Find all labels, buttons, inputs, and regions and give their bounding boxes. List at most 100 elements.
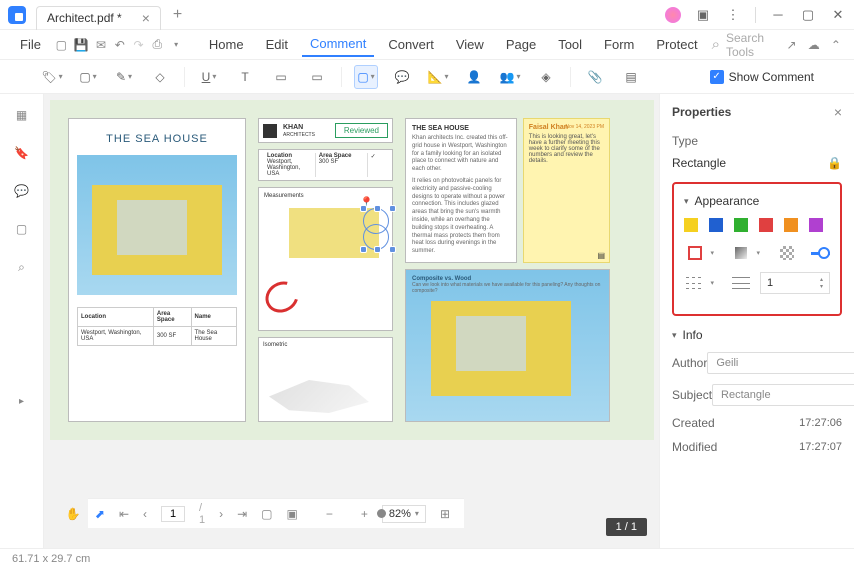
attachments-icon[interactable]: ▢ xyxy=(13,220,31,238)
line-style-dashed[interactable] xyxy=(684,274,706,292)
composite-render: Composite vs. Wood Can we look into what… xyxy=(405,269,610,422)
print-icon[interactable]: ⎙ xyxy=(151,37,164,53)
note-tool[interactable]: 🏷 xyxy=(40,65,64,89)
callout-tool[interactable]: ▭ xyxy=(305,65,329,89)
share-icon[interactable]: ↗ xyxy=(785,37,797,53)
pencil-tool[interactable]: ✎ xyxy=(112,65,136,89)
zoom-value[interactable]: 82% xyxy=(382,505,426,523)
open-icon[interactable]: ▢ xyxy=(55,37,68,53)
text-tool[interactable]: T xyxy=(233,65,257,89)
expand-icon[interactable]: ⌃ xyxy=(830,37,842,53)
khan-logo-icon xyxy=(263,124,277,138)
app-icon xyxy=(8,6,26,24)
stamp-tool[interactable]: 👤 xyxy=(462,65,486,89)
menu-form[interactable]: Form xyxy=(596,33,642,56)
add-tab-button[interactable]: + xyxy=(173,6,182,24)
panel-sea-house: THE SEA HOUSE LocationArea SpaceName Wes… xyxy=(68,118,246,422)
fit-page-icon[interactable]: ▣ xyxy=(287,507,298,521)
signature-tool[interactable]: 👥 xyxy=(498,65,522,89)
page-number-input[interactable] xyxy=(161,506,185,522)
line-style-solid[interactable] xyxy=(730,274,752,292)
checkbox-icon: ✓ xyxy=(710,70,724,84)
menu-comment[interactable]: Comment xyxy=(302,32,374,57)
menu-convert[interactable]: Convert xyxy=(380,33,442,56)
render-main xyxy=(77,155,237,295)
cloud-icon[interactable]: ☁ xyxy=(808,37,820,53)
close-tab-icon[interactable]: × xyxy=(142,10,150,26)
opacity-slider[interactable] xyxy=(811,252,830,255)
undo-icon[interactable]: ↶ xyxy=(113,37,126,53)
textbox-tool[interactable]: ▭ xyxy=(269,65,293,89)
search-tools-input[interactable]: Search Tools xyxy=(712,31,776,59)
underline-tool[interactable]: U xyxy=(197,65,221,89)
mail-icon[interactable]: ✉ xyxy=(95,37,108,53)
link-tool[interactable]: ◈ xyxy=(534,65,558,89)
color-blue[interactable] xyxy=(709,218,723,232)
close-properties-icon[interactable]: × xyxy=(834,104,842,120)
type-value: Rectangle xyxy=(672,156,726,170)
prev-page-icon[interactable]: ‹ xyxy=(143,507,147,521)
print-dropdown-icon[interactable]: ▾ xyxy=(170,37,183,53)
file-menu[interactable]: File xyxy=(12,33,49,56)
maximize-button[interactable]: ▢ xyxy=(800,7,816,23)
hand-tool-icon[interactable]: ✋ xyxy=(66,507,81,521)
rectangle-tool[interactable]: ▢ xyxy=(354,65,378,89)
bookmarks-icon[interactable]: 🔖 xyxy=(13,144,31,162)
subject-input[interactable] xyxy=(712,384,854,406)
measure-tool[interactable]: 📐 xyxy=(426,65,450,89)
fullscreen-icon[interactable]: ⊞ xyxy=(440,507,450,521)
comments-icon[interactable]: 💬 xyxy=(13,182,31,200)
sticky-note[interactable]: Faisal Khan Nov 14, 2023 PM This is look… xyxy=(523,118,610,263)
stroke-color-picker[interactable] xyxy=(684,244,706,262)
attachment-tool[interactable]: 📎 xyxy=(583,65,607,89)
expand-rail-icon[interactable]: ▸ xyxy=(19,396,24,407)
line-width-input[interactable]: 1 ▴▾ xyxy=(760,272,830,294)
fit-width-icon[interactable]: ▢ xyxy=(261,507,272,521)
properties-title: Properties xyxy=(672,105,731,119)
more-icon[interactable]: ⋮ xyxy=(725,7,741,23)
minimize-button[interactable]: ─ xyxy=(770,7,786,22)
lock-icon[interactable]: 🔒 xyxy=(827,156,842,170)
highlight-tool[interactable]: ▢ xyxy=(76,65,100,89)
fill-color-picker[interactable] xyxy=(730,244,752,262)
last-page-icon[interactable]: ⇥ xyxy=(237,507,247,521)
menu-protect[interactable]: Protect xyxy=(648,33,705,56)
info-header[interactable]: Info xyxy=(672,328,842,342)
select-tool-icon[interactable]: ⬈ xyxy=(95,507,105,521)
notifications-icon[interactable]: ▣ xyxy=(695,7,711,23)
user-avatar-icon[interactable] xyxy=(665,7,681,23)
pattern-picker[interactable] xyxy=(776,244,798,262)
color-yellow[interactable] xyxy=(684,218,698,232)
red-circle-annotation[interactable] xyxy=(260,276,304,319)
color-orange[interactable] xyxy=(784,218,798,232)
menu-page[interactable]: Page xyxy=(498,33,544,56)
appearance-header[interactable]: Appearance xyxy=(684,194,830,208)
eraser-tool[interactable]: ◇ xyxy=(148,65,172,89)
khan-header: KHANARCHITECTS Reviewed xyxy=(258,118,393,143)
first-page-icon[interactable]: ⇤ xyxy=(119,507,129,521)
menu-edit[interactable]: Edit xyxy=(258,33,296,56)
close-window-button[interactable]: ✕ xyxy=(830,7,846,23)
list-tool[interactable]: ▤ xyxy=(619,65,643,89)
zoom-out-icon[interactable]: − xyxy=(326,507,333,521)
modified-value: 17:27:07 xyxy=(799,441,842,453)
search-icon[interactable]: ⌕ xyxy=(13,258,31,276)
document-tab[interactable]: Architect.pdf * × xyxy=(36,6,161,30)
zoom-in-icon[interactable]: + xyxy=(361,507,368,521)
save-icon[interactable]: 💾 xyxy=(74,37,89,53)
thumbnails-icon[interactable]: ▦ xyxy=(13,106,31,124)
speech-tool[interactable]: 💬 xyxy=(390,65,414,89)
menu-tool[interactable]: Tool xyxy=(550,33,590,56)
redo-icon[interactable]: ↷ xyxy=(132,37,145,53)
color-green[interactable] xyxy=(734,218,748,232)
next-page-icon[interactable]: › xyxy=(219,507,223,521)
color-purple[interactable] xyxy=(809,218,823,232)
created-label: Created xyxy=(672,416,724,430)
menu-home[interactable]: Home xyxy=(201,33,252,56)
selected-shape[interactable] xyxy=(363,208,393,250)
author-input[interactable] xyxy=(707,352,854,374)
menu-view[interactable]: View xyxy=(448,33,492,56)
show-comment-toggle[interactable]: ✓ Show Comment xyxy=(710,70,814,84)
color-red[interactable] xyxy=(759,218,773,232)
info-row: LocationWestport, Washington, USA Area S… xyxy=(258,149,393,181)
